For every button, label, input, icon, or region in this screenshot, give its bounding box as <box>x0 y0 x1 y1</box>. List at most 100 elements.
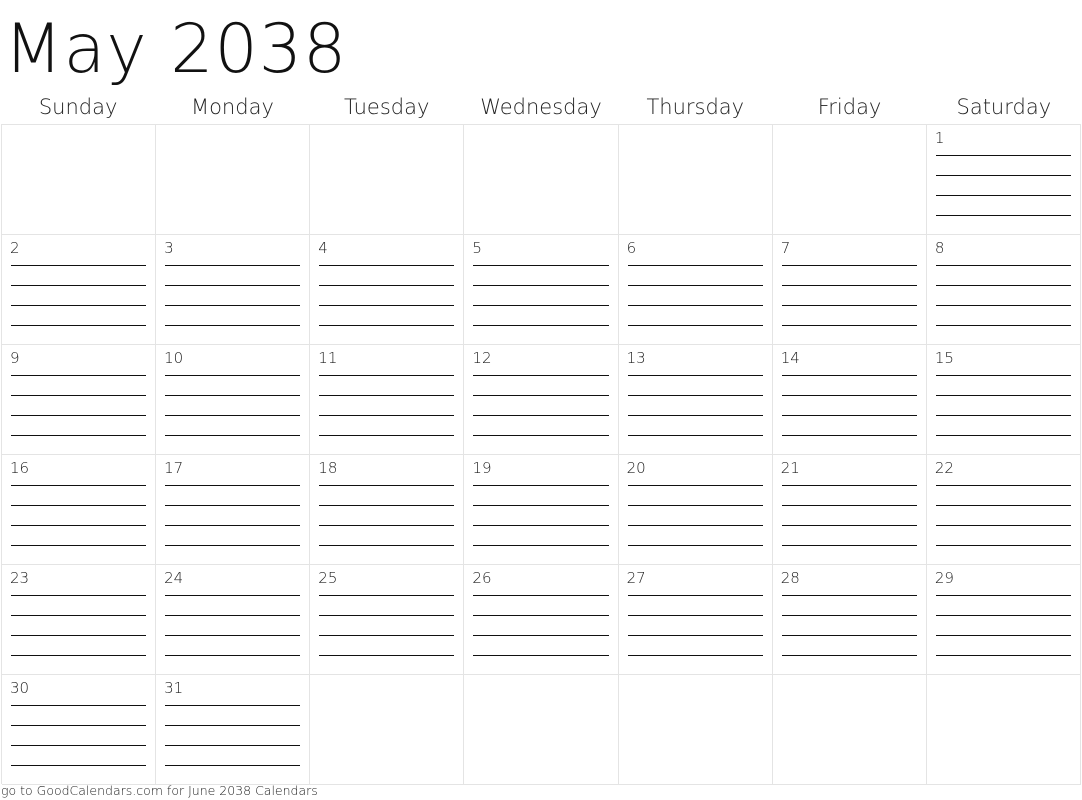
day-cell[interactable]: 29 <box>926 565 1081 675</box>
writing-line <box>473 375 609 376</box>
day-cell[interactable]: 1 <box>926 125 1081 235</box>
day-cell[interactable]: 9 <box>2 345 157 455</box>
writing-line <box>319 415 455 416</box>
day-cell[interactable]: 12 <box>464 345 619 455</box>
day-cell[interactable]: 13 <box>618 345 773 455</box>
writing-line <box>473 415 609 416</box>
day-cell[interactable]: 16 <box>2 455 157 565</box>
writing-line <box>473 325 609 326</box>
day-cell[interactable]: 5 <box>464 235 619 345</box>
writing-line <box>627 265 763 266</box>
writing-line <box>319 615 455 616</box>
day-cell[interactable]: 26 <box>464 565 619 675</box>
writing-line <box>165 305 301 306</box>
day-number: 22 <box>934 459 954 477</box>
writing-line <box>165 395 301 396</box>
writing-line <box>11 325 147 326</box>
writing-line <box>11 615 147 616</box>
day-number: 30 <box>10 679 30 697</box>
writing-line <box>473 525 609 526</box>
day-cell[interactable]: 17 <box>156 455 311 565</box>
writing-line <box>935 175 1071 176</box>
writing-line <box>627 655 763 656</box>
day-number: 19 <box>472 459 492 477</box>
writing-line <box>165 375 301 376</box>
writing-line <box>781 485 917 486</box>
day-cell[interactable]: 8 <box>926 235 1081 345</box>
day-number: 14 <box>780 349 800 367</box>
writing-line <box>11 415 147 416</box>
writing-line <box>473 655 609 656</box>
writing-line <box>781 525 917 526</box>
day-cell[interactable]: 4 <box>310 235 465 345</box>
writing-line <box>627 435 763 436</box>
writing-line <box>473 435 609 436</box>
day-number: 31 <box>164 679 184 697</box>
day-cell[interactable]: 27 <box>618 565 773 675</box>
day-cell[interactable]: 25 <box>310 565 465 675</box>
empty-cell <box>156 125 311 235</box>
writing-line <box>627 595 763 596</box>
writing-line <box>319 285 455 286</box>
day-cell[interactable]: 30 <box>2 675 157 785</box>
day-cell[interactable]: 22 <box>926 455 1081 565</box>
writing-line <box>165 265 301 266</box>
day-cell[interactable]: 11 <box>310 345 465 455</box>
writing-line <box>319 435 455 436</box>
writing-line <box>935 525 1071 526</box>
writing-line <box>473 635 609 636</box>
writing-line <box>11 265 147 266</box>
day-cell[interactable]: 2 <box>2 235 157 345</box>
writing-line <box>11 525 147 526</box>
day-number: 20 <box>626 459 646 477</box>
day-number: 26 <box>472 569 492 587</box>
day-cell[interactable]: 14 <box>772 345 927 455</box>
writing-line <box>627 415 763 416</box>
writing-line <box>165 325 301 326</box>
writing-line <box>781 375 917 376</box>
day-cell[interactable]: 18 <box>310 455 465 565</box>
empty-cell <box>310 675 465 785</box>
day-cell[interactable]: 6 <box>618 235 773 345</box>
writing-line <box>781 655 917 656</box>
day-cell[interactable]: 23 <box>2 565 157 675</box>
writing-line <box>935 485 1071 486</box>
calendar-title: May 2038 <box>4 10 348 89</box>
writing-line <box>627 285 763 286</box>
day-cell[interactable]: 7 <box>772 235 927 345</box>
day-number: 28 <box>780 569 800 587</box>
day-cell[interactable]: 15 <box>926 345 1081 455</box>
writing-line <box>473 395 609 396</box>
day-cell[interactable]: 28 <box>772 565 927 675</box>
footer-link[interactable]: go to GoodCalendars.com for June 2038 Ca… <box>1 783 318 798</box>
day-cell[interactable]: 20 <box>618 455 773 565</box>
writing-line <box>935 305 1071 306</box>
day-cell[interactable]: 3 <box>156 235 311 345</box>
day-cell[interactable]: 31 <box>156 675 311 785</box>
day-number: 23 <box>10 569 30 587</box>
writing-line <box>319 525 455 526</box>
day-cell[interactable]: 19 <box>464 455 619 565</box>
empty-cell <box>2 125 157 235</box>
empty-cell <box>310 125 465 235</box>
writing-line <box>319 655 455 656</box>
writing-line <box>319 505 455 506</box>
writing-line <box>165 595 301 596</box>
day-number: 5 <box>472 239 482 257</box>
writing-line <box>627 525 763 526</box>
weekday-wednesday: Wednesday <box>480 95 602 119</box>
writing-line <box>319 485 455 486</box>
writing-line <box>11 655 147 656</box>
day-cell[interactable]: 21 <box>772 455 927 565</box>
writing-line <box>627 615 763 616</box>
day-cell[interactable]: 24 <box>156 565 311 675</box>
writing-line <box>627 395 763 396</box>
weekday-tuesday: Tuesday <box>343 95 430 119</box>
writing-line <box>935 155 1071 156</box>
writing-line <box>165 415 301 416</box>
day-cell[interactable]: 10 <box>156 345 311 455</box>
writing-line <box>11 745 147 746</box>
writing-line <box>11 635 147 636</box>
writing-line <box>935 195 1071 196</box>
empty-cell <box>926 675 1081 785</box>
